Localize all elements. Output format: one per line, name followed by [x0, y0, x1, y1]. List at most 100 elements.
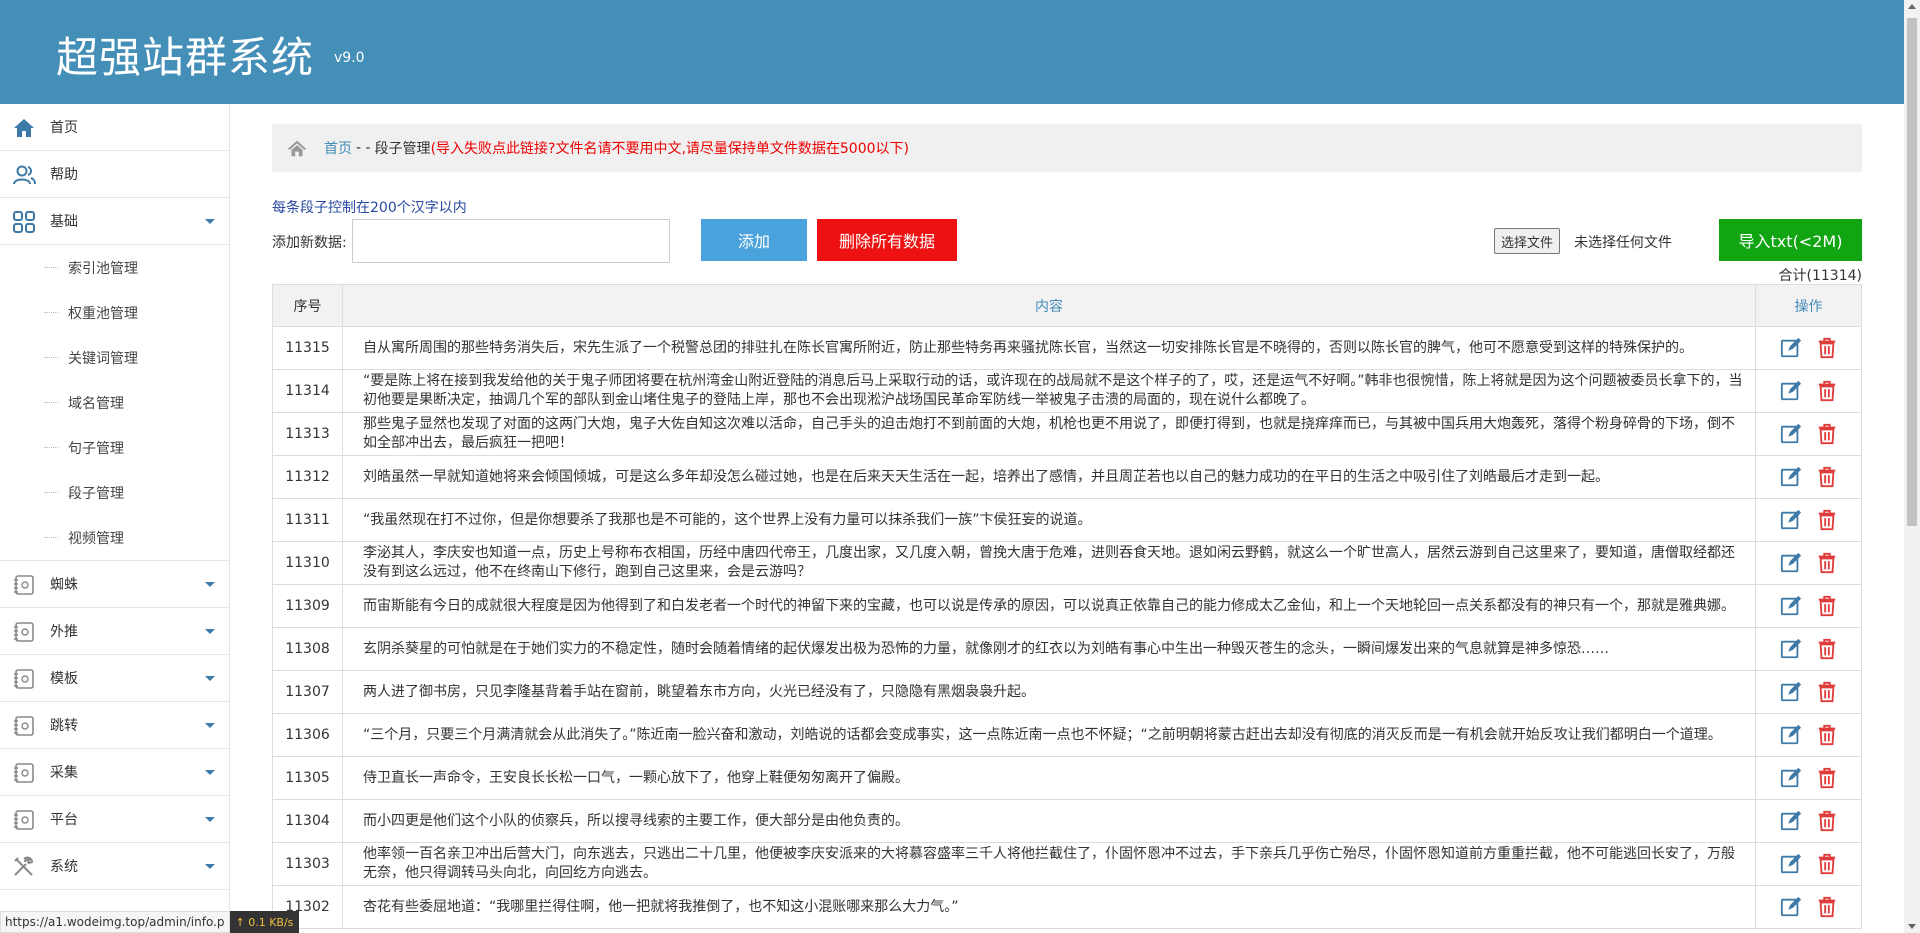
table-row: 11312 刘皓虽然一早就知道她将来会倾国倾城，可是这么多年却没怎么碰过她，也是在…	[272, 455, 1862, 499]
sidebar-item-help[interactable]: 帮助	[0, 151, 229, 198]
edit-icon[interactable]	[1780, 896, 1802, 918]
chevron-down-icon	[205, 864, 215, 869]
notebook-icon	[14, 669, 34, 689]
sidebar-subitem-weight-pool[interactable]: 权重池管理	[0, 290, 229, 335]
sidebar-subitem-paragraphs[interactable]: 段子管理	[0, 470, 229, 515]
grid-icon	[13, 211, 35, 233]
delete-all-button[interactable]: 删除所有数据	[817, 219, 957, 261]
row-actions	[1755, 885, 1862, 929]
row-actions	[1755, 498, 1862, 542]
delete-icon[interactable]	[1816, 552, 1838, 574]
edit-icon[interactable]	[1780, 681, 1802, 703]
edit-icon[interactable]	[1780, 724, 1802, 746]
breadcrumb-current: 段子管理	[374, 141, 431, 157]
sidebar-item-platform[interactable]: 平台	[0, 796, 229, 843]
delete-icon[interactable]	[1816, 595, 1838, 617]
table-row: 11303 他率领一百名亲卫冲出后营大门，向东逃去，只逃出二十几里，他便被李庆安派…	[272, 842, 1862, 886]
sidebar-subitem-label: 索引池管理	[68, 260, 138, 277]
delete-icon[interactable]	[1816, 810, 1838, 832]
table-row: 11309 而宙斯能有今日的成就很大程度是因为他得到了和白发老者一个时代的神留下来…	[272, 584, 1862, 628]
sidebar-item-label: 蜘蛛	[50, 577, 78, 593]
tools-icon	[14, 856, 34, 876]
edit-icon[interactable]	[1780, 595, 1802, 617]
delete-icon[interactable]	[1816, 681, 1838, 703]
sidebar-subitem-keywords[interactable]: 关键词管理	[0, 335, 229, 380]
sidebar-subitem-domains[interactable]: 域名管理	[0, 380, 229, 425]
delete-icon[interactable]	[1816, 509, 1838, 531]
row-actions	[1755, 842, 1862, 886]
delete-icon[interactable]	[1816, 724, 1838, 746]
scroll-down-icon[interactable]	[1908, 924, 1916, 929]
sidebar-subitem-videos[interactable]: 视频管理	[0, 515, 229, 560]
sidebar-item-redirect[interactable]: 跳转	[0, 702, 229, 749]
table-header-row: 序号 内容 操作	[272, 284, 1862, 327]
status-url: https://a1.wodeimg.top/admin/info.p	[0, 911, 230, 933]
row-content: 他率领一百名亲卫冲出后营大门，向东逃去，只逃出二十几里，他便被李庆安派来的大将慕…	[342, 842, 1756, 886]
delete-icon[interactable]	[1816, 638, 1838, 660]
edit-icon[interactable]	[1780, 638, 1802, 660]
row-content: 侍卫直长一声命令，王安良长长松一口气，一颗心放下了，他穿上鞋便匆匆离开了偏殿。	[342, 756, 1756, 800]
edit-icon[interactable]	[1780, 767, 1802, 789]
table-row: 11311 “我虽然现在打不过你，但是你想要杀了我那也是不可能的，这个世界上没有力…	[272, 498, 1862, 542]
column-header-content: 内容	[342, 284, 1756, 327]
sidebar-item-system[interactable]: 系统	[0, 843, 229, 890]
sidebar-item-home[interactable]: 首页	[0, 104, 229, 151]
status-bar: https://a1.wodeimg.top/admin/info.p ↑ 0.…	[0, 911, 300, 933]
table-row: 11310 李泌其人，李庆安也知道一点，历史上号称布衣相国，历经中唐四代帝王，几度…	[272, 541, 1862, 585]
edit-icon[interactable]	[1780, 509, 1802, 531]
row-actions	[1755, 455, 1862, 499]
delete-icon[interactable]	[1816, 853, 1838, 875]
row-id: 11307	[272, 670, 343, 714]
delete-icon[interactable]	[1816, 380, 1838, 402]
data-table: 序号 内容 操作 11315 自从寓所周围的那些特务消失后，宋先生派了一个税警总团…	[272, 284, 1862, 929]
sidebar-item-label: 模板	[50, 671, 78, 687]
delete-icon[interactable]	[1816, 767, 1838, 789]
scrollbar-thumb[interactable]	[1907, 18, 1917, 526]
scroll-up-icon[interactable]	[1908, 4, 1916, 9]
choose-file-button[interactable]: 选择文件	[1494, 228, 1561, 254]
edit-icon[interactable]	[1780, 466, 1802, 488]
edit-icon[interactable]	[1780, 552, 1802, 574]
sidebar-item-template[interactable]: 模板	[0, 655, 229, 702]
edit-icon[interactable]	[1780, 853, 1802, 875]
row-content: 刘皓虽然一早就知道她将来会倾国倾城，可是这么多年却没怎么碰过她，也是在后来天天生…	[342, 455, 1756, 499]
edit-icon[interactable]	[1780, 423, 1802, 445]
import-help-link[interactable]: (导入失败点此链接?文件名请不要用中文,请尽量保持单文件数据在5000以下)	[431, 138, 909, 158]
total-count: 合计(11314)	[1778, 268, 1862, 284]
sidebar: 首页 帮助 基础 索引池管理 权重池管理 关键词管理 域名管理 句子管理 段子管…	[0, 104, 230, 933]
sidebar-item-basic[interactable]: 基础	[0, 198, 229, 245]
row-id: 11305	[272, 756, 343, 800]
edit-icon[interactable]	[1780, 810, 1802, 832]
sidebar-item-label: 首页	[50, 120, 78, 136]
add-data-input[interactable]	[352, 219, 670, 263]
chevron-down-icon	[205, 817, 215, 822]
sidebar-subnav-basic: 索引池管理 权重池管理 关键词管理 域名管理 句子管理 段子管理 视频管理	[0, 245, 229, 561]
edit-icon[interactable]	[1780, 380, 1802, 402]
notebook-icon	[14, 763, 34, 783]
network-speed: ↑ 0.1 KB/s	[229, 911, 300, 933]
row-content: 杏花有些委屈地道：“我哪里拦得住啊，他一把就将我推倒了，也不知这小混账哪来那么大…	[342, 885, 1756, 929]
notebook-icon	[14, 575, 34, 595]
delete-icon[interactable]	[1816, 337, 1838, 359]
add-button[interactable]: 添加	[701, 219, 807, 261]
sidebar-item-label: 跳转	[50, 718, 78, 734]
sidebar-item-label: 外推	[50, 624, 78, 640]
row-content: 两人进了御书房，只见李隆基背着手站在窗前，眺望着东市方向，火光已经没有了，只隐隐…	[342, 670, 1756, 714]
table-row: 11314 “要是陈上将在接到我发给他的关于鬼子师团将要在杭州湾金山附近登陆的消息…	[272, 369, 1862, 413]
import-txt-button[interactable]: 导入txt(<2M)	[1719, 219, 1862, 261]
sidebar-item-outreach[interactable]: 外推	[0, 608, 229, 655]
sidebar-item-collect[interactable]: 采集	[0, 749, 229, 796]
delete-icon[interactable]	[1816, 466, 1838, 488]
add-label: 添加新数据:	[272, 235, 347, 251]
sidebar-subitem-sentences[interactable]: 句子管理	[0, 425, 229, 470]
page-scrollbar[interactable]	[1904, 0, 1920, 933]
delete-icon[interactable]	[1816, 896, 1838, 918]
row-actions	[1755, 326, 1862, 370]
delete-icon[interactable]	[1816, 423, 1838, 445]
table-row: 11315 自从寓所周围的那些特务消失后，宋先生派了一个税警总团的排驻扎在陈长官寓…	[272, 326, 1862, 370]
sidebar-item-spider[interactable]: 蜘蛛	[0, 561, 229, 608]
edit-icon[interactable]	[1780, 337, 1802, 359]
breadcrumb-home-link[interactable]: 首页	[324, 138, 352, 158]
app-title: 超强站群系统	[56, 33, 315, 82]
sidebar-subitem-index-pool[interactable]: 索引池管理	[0, 245, 229, 290]
